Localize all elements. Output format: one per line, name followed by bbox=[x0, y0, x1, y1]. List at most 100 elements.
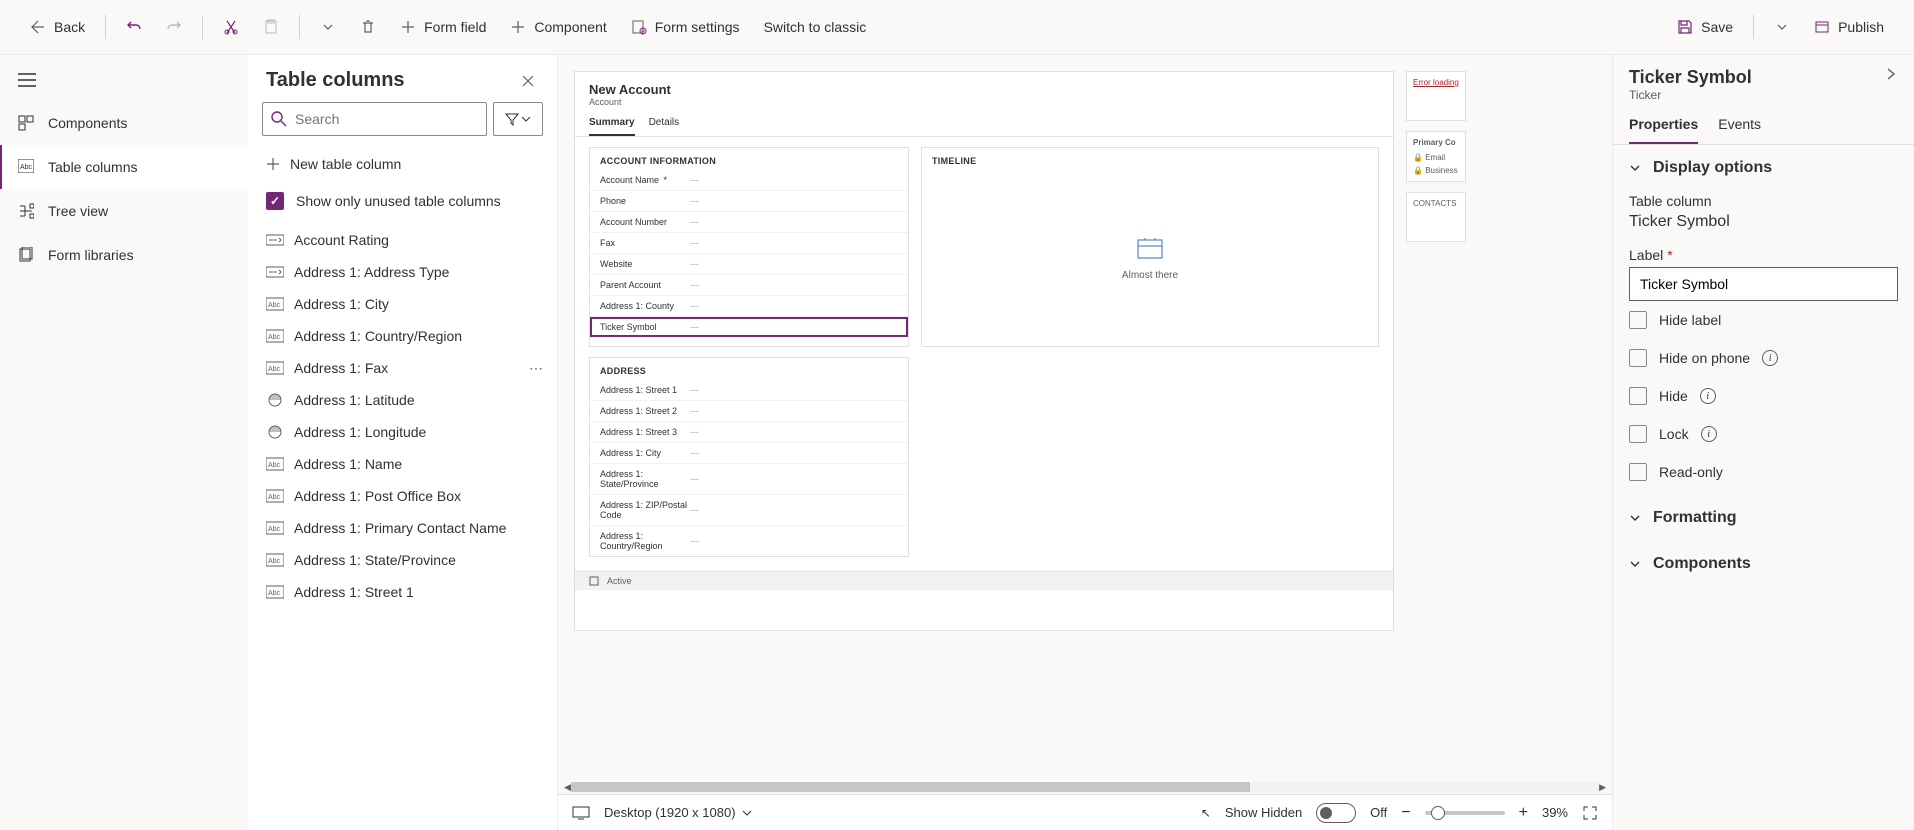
column-item[interactable]: Address 1: Longitude⋯ bbox=[248, 416, 557, 448]
save-dropdown[interactable] bbox=[1764, 13, 1800, 41]
redo-button[interactable] bbox=[156, 13, 192, 41]
mini-card-primary[interactable]: Primary Co 🔒 Email 🔒 Business bbox=[1406, 131, 1466, 182]
mini-card-contacts[interactable]: CONTACTS bbox=[1406, 192, 1466, 242]
section-address[interactable]: ADDRESS Address 1: Street 1---Address 1:… bbox=[589, 357, 909, 557]
timeline-section[interactable]: Timeline Almost there bbox=[921, 147, 1379, 347]
undo-button[interactable] bbox=[116, 13, 152, 41]
form-field[interactable]: Website--- bbox=[590, 254, 908, 275]
form-field[interactable]: Address 1: State/Province--- bbox=[590, 464, 908, 495]
column-type-icon: Abc bbox=[266, 585, 284, 599]
column-item[interactable]: AbcAddress 1: Street 1⋯ bbox=[248, 576, 557, 608]
form-field[interactable]: Address 1: City--- bbox=[590, 443, 908, 464]
scroll-left-icon[interactable]: ◀ bbox=[564, 782, 571, 793]
delete-button[interactable] bbox=[350, 13, 386, 41]
form-field[interactable]: Address 1: County--- bbox=[590, 296, 908, 317]
form-field[interactable]: Address 1: Street 2--- bbox=[590, 401, 908, 422]
form-field[interactable]: Phone--- bbox=[590, 191, 908, 212]
section-display-options[interactable]: Display options bbox=[1629, 159, 1898, 187]
publish-button[interactable]: Publish bbox=[1804, 13, 1894, 41]
section-account-info[interactable]: ACCOUNT INFORMATION Account Name *---Pho… bbox=[589, 147, 909, 347]
form-field[interactable]: Address 1: Country/Region--- bbox=[590, 526, 908, 556]
scroll-right-icon[interactable]: ▶ bbox=[1599, 782, 1606, 793]
show-hidden-label: Show Hidden bbox=[1225, 805, 1302, 820]
column-item-label: Address 1: Street 1 bbox=[294, 584, 414, 600]
form-field[interactable]: Address 1: Street 1--- bbox=[590, 380, 908, 401]
form-field[interactable]: Address 1: Street 3--- bbox=[590, 422, 908, 443]
field-value: --- bbox=[690, 385, 699, 395]
form-settings-button[interactable]: Form settings bbox=[621, 13, 750, 41]
checkbox-icon bbox=[1629, 387, 1647, 405]
filter-button[interactable] bbox=[493, 102, 543, 136]
info-icon[interactable]: i bbox=[1701, 426, 1717, 442]
show-hidden-toggle[interactable] bbox=[1316, 803, 1356, 823]
switch-classic-button[interactable]: Switch to classic bbox=[754, 13, 877, 41]
column-item[interactable]: AbcAddress 1: Fax⋯ bbox=[248, 352, 557, 384]
nav-form-libraries[interactable]: Form libraries bbox=[0, 233, 248, 277]
new-table-column-button[interactable]: New table column bbox=[248, 146, 557, 182]
form-tab-summary[interactable]: Summary bbox=[589, 117, 635, 136]
hamburger-button[interactable] bbox=[0, 73, 248, 101]
publish-label: Publish bbox=[1838, 19, 1884, 35]
label-input[interactable] bbox=[1629, 267, 1898, 301]
column-item[interactable]: Address 1: Address Type⋯ bbox=[248, 256, 557, 288]
nav-table-columns[interactable]: Abc Table columns bbox=[0, 145, 248, 189]
section-formatting[interactable]: Formatting bbox=[1629, 509, 1898, 537]
fit-screen-button[interactable] bbox=[1582, 805, 1598, 821]
form-field[interactable]: Parent Account--- bbox=[590, 275, 908, 296]
nav-components[interactable]: Components bbox=[0, 101, 248, 145]
more-icon[interactable]: ⋯ bbox=[529, 360, 543, 377]
nav-tree-view[interactable]: Tree view bbox=[0, 189, 248, 233]
readonly-checkbox[interactable]: Read-only bbox=[1629, 453, 1898, 491]
form-tab-details[interactable]: Details bbox=[649, 117, 680, 136]
column-item[interactable]: AbcAddress 1: State/Province⋯ bbox=[248, 544, 557, 576]
form-field[interactable]: Account Number--- bbox=[590, 212, 908, 233]
timeline-title: Timeline bbox=[922, 148, 1378, 170]
column-item[interactable]: AbcAddress 1: City⋯ bbox=[248, 288, 557, 320]
back-button[interactable]: Back bbox=[20, 13, 95, 41]
add-form-field-button[interactable]: Form field bbox=[390, 13, 496, 41]
props-subtitle: Ticker bbox=[1629, 88, 1752, 102]
paste-button[interactable] bbox=[253, 13, 289, 41]
search-input[interactable] bbox=[295, 111, 478, 127]
cut-button[interactable] bbox=[213, 13, 249, 41]
form-field[interactable]: Address 1: ZIP/Postal Code--- bbox=[590, 495, 908, 526]
unused-toggle[interactable]: Show only unused table columns bbox=[248, 182, 557, 224]
column-item[interactable]: AbcAddress 1: Primary Contact Name⋯ bbox=[248, 512, 557, 544]
column-item[interactable]: Address 1: Latitude⋯ bbox=[248, 384, 557, 416]
column-item[interactable]: Account Rating⋯ bbox=[248, 224, 557, 256]
hide-checkbox[interactable]: Hide i bbox=[1629, 377, 1898, 415]
info-icon[interactable]: i bbox=[1700, 388, 1716, 404]
add-component-button[interactable]: Component bbox=[500, 13, 616, 41]
column-type-icon bbox=[266, 425, 284, 439]
form-field[interactable]: Ticker Symbol--- bbox=[590, 317, 908, 337]
paste-dropdown[interactable] bbox=[310, 13, 346, 41]
form-field[interactable]: Fax--- bbox=[590, 233, 908, 254]
cols-panel-title: Table columns bbox=[266, 69, 405, 92]
hide-phone-checkbox[interactable]: Hide on phone i bbox=[1629, 339, 1898, 377]
column-item[interactable]: AbcAddress 1: Name⋯ bbox=[248, 448, 557, 480]
hide-label-checkbox[interactable]: Hide label bbox=[1629, 301, 1898, 339]
expand-icon[interactable] bbox=[1884, 67, 1898, 81]
form-surface[interactable]: New Account Account Summary Details ACCO… bbox=[574, 71, 1394, 631]
search-input-wrapper[interactable] bbox=[262, 102, 487, 136]
close-icon[interactable] bbox=[517, 70, 539, 92]
svg-text:Abc: Abc bbox=[268, 462, 281, 469]
info-icon[interactable]: i bbox=[1762, 350, 1778, 366]
column-item[interactable]: AbcAddress 1: Post Office Box⋯ bbox=[248, 480, 557, 512]
nav-form-libraries-label: Form libraries bbox=[48, 247, 134, 263]
save-button[interactable]: Save bbox=[1667, 13, 1743, 41]
viewport-selector[interactable]: Desktop (1920 x 1080) bbox=[604, 805, 752, 820]
column-item[interactable]: AbcAddress 1: Country/Region⋯ bbox=[248, 320, 557, 352]
viewport-icon bbox=[572, 806, 590, 820]
form-field[interactable]: Account Name *--- bbox=[590, 170, 908, 191]
section-components[interactable]: Components bbox=[1629, 555, 1898, 583]
svg-text:Abc: Abc bbox=[20, 164, 33, 171]
horizontal-scrollbar[interactable]: ◀ ▶ bbox=[558, 780, 1612, 794]
zoom-out-button[interactable]: − bbox=[1401, 804, 1410, 822]
tab-events[interactable]: Events bbox=[1718, 116, 1761, 144]
zoom-slider[interactable] bbox=[1425, 811, 1505, 815]
tab-properties[interactable]: Properties bbox=[1629, 116, 1698, 144]
lock-checkbox[interactable]: Lock i bbox=[1629, 415, 1898, 453]
mini-card-error[interactable]: Error loading bbox=[1406, 71, 1466, 121]
zoom-in-button[interactable]: + bbox=[1519, 804, 1528, 822]
